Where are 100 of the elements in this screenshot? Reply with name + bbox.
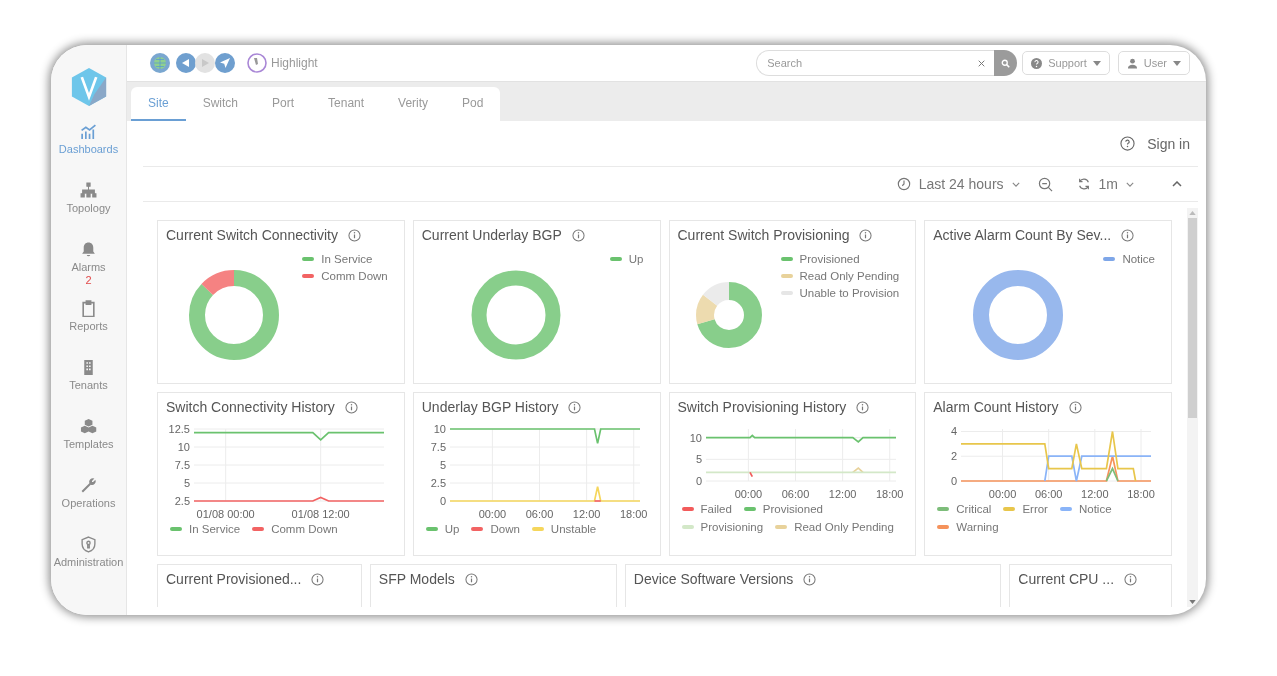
user-menu[interactable]: User — [1117, 51, 1190, 75]
card-title: Alarm Count History — [933, 399, 1059, 415]
highlighter-icon[interactable] — [247, 53, 267, 73]
tab[interactable]: Verity — [381, 87, 446, 121]
chevron-up-icon[interactable] — [1172, 181, 1182, 187]
legend-label[interactable]: Provisioned — [762, 503, 823, 515]
sidebar-label: Topology — [66, 202, 111, 215]
card-title: Active Alarm Count By Sev... — [933, 227, 1112, 243]
tab[interactable]: Site — [131, 87, 186, 121]
sidebar-label: Templates — [63, 438, 114, 451]
refresh-interval-picker[interactable]: 1m — [1076, 176, 1134, 192]
legend-label[interactable]: Read Only Pending — [794, 521, 894, 533]
legend-label[interactable]: Unstable — [550, 523, 597, 535]
tab[interactable]: Switch — [185, 87, 256, 121]
axis-tick-label: 01/08 00:00 — [196, 508, 255, 520]
axis-tick-label: 0 — [439, 495, 446, 507]
sidebar-item[interactable]: Tenants — [51, 359, 127, 418]
tab[interactable]: Port — [255, 87, 312, 121]
help-icon — [1031, 57, 1043, 69]
info-icon[interactable] — [859, 228, 873, 242]
legend-label[interactable]: Comm Down — [271, 523, 338, 535]
search-field[interactable]: Search — [756, 50, 995, 76]
globe-icon[interactable] — [150, 53, 170, 73]
scrollbar-thumb[interactable] — [1188, 218, 1197, 418]
tab[interactable]: Pod — [445, 87, 501, 121]
legend-label[interactable]: Notice — [1078, 503, 1112, 515]
info-icon[interactable] — [311, 572, 325, 586]
chevron-down-icon — [1126, 181, 1134, 187]
highlight-label[interactable]: Highlight — [271, 56, 318, 70]
legend-label[interactable]: Up — [628, 253, 644, 265]
info-icon[interactable] — [571, 228, 585, 242]
legend-label[interactable]: Error — [1022, 503, 1048, 515]
refresh-icon — [1076, 177, 1091, 191]
info-icon[interactable] — [464, 572, 478, 586]
legend-label[interactable]: Notice — [1122, 253, 1155, 265]
search-button[interactable] — [994, 50, 1018, 76]
sidebar-item[interactable]: Alarms 2 — [51, 241, 127, 300]
axis-tick-label: 10 — [433, 423, 446, 435]
axis-tick-label: 5 — [439, 459, 446, 471]
axis-tick-label: 01/08 12:00 — [291, 508, 350, 520]
scroll-down-icon[interactable] — [1189, 600, 1196, 604]
info-icon[interactable] — [1121, 228, 1135, 242]
card-title: Current CPU ... — [1018, 571, 1115, 587]
axis-tick-label: 06:00 — [781, 488, 809, 500]
sidebar-item[interactable]: Topology — [51, 182, 127, 241]
support-menu[interactable]: Support — [1022, 51, 1110, 75]
scrollbar[interactable] — [1187, 208, 1198, 607]
card-title: SFP Models — [378, 571, 455, 587]
axis-tick-label: 0 — [695, 475, 702, 487]
info-icon[interactable] — [568, 400, 582, 414]
axis-tick-label: 18:00 — [1127, 488, 1155, 500]
axis-tick-label: 18:00 — [619, 508, 648, 520]
info-icon[interactable] — [1068, 400, 1082, 414]
sidebar-label: Tenants — [69, 379, 108, 392]
legend-label[interactable]: Critical — [956, 503, 992, 515]
info-icon[interactable] — [803, 572, 817, 586]
axis-tick-label: 12:00 — [1081, 488, 1109, 500]
zoom-out-icon[interactable] — [1037, 176, 1053, 192]
clipboard-icon — [80, 300, 97, 317]
caret-icon — [1092, 60, 1101, 66]
legend-label[interactable]: Down — [490, 523, 520, 535]
wrench-icon — [80, 477, 97, 494]
info-icon[interactable] — [856, 400, 870, 414]
time-range-picker[interactable]: Last 24 hours — [896, 176, 1020, 192]
axis-tick-label: 7.5 — [430, 441, 446, 453]
info-icon[interactable] — [344, 400, 358, 414]
info-icon[interactable] — [1124, 572, 1138, 586]
card-title: Current Underlay BGP — [421, 227, 562, 243]
sign-in-link[interactable]: Sign in — [1147, 135, 1190, 152]
back-icon[interactable] — [176, 53, 196, 73]
legend-label[interactable]: Up — [444, 523, 460, 535]
axis-tick-label: 0 — [951, 475, 958, 487]
axis-tick-label: 06:00 — [525, 508, 553, 520]
card-title: Switch Provisioning History — [677, 399, 847, 415]
legend-label[interactable]: Unable to Provision — [799, 287, 900, 299]
legend-label[interactable]: Warning — [956, 521, 999, 533]
tab[interactable]: Tenant — [311, 87, 382, 121]
search-icon — [1001, 58, 1011, 68]
info-icon[interactable] — [347, 228, 361, 242]
axis-tick-label: 2.5 — [430, 477, 446, 489]
legend-label[interactable]: Provisioning — [700, 521, 764, 533]
help-icon[interactable] — [1120, 136, 1136, 151]
legend-label[interactable]: Read Only Pending — [799, 270, 900, 282]
sidebar-item[interactable]: Dashboards — [51, 123, 127, 182]
axis-tick-label: 12.5 — [168, 423, 190, 435]
sidebar-item[interactable]: Templates — [51, 418, 127, 477]
sidebar-item[interactable]: Administration — [51, 536, 127, 595]
axis-tick-label: 10 — [689, 431, 702, 444]
sidebar-item[interactable]: Reports — [51, 300, 127, 359]
close-icon[interactable] — [978, 60, 986, 67]
axis-tick-label: 10 — [177, 441, 190, 453]
sidebar-label: Operations — [61, 497, 116, 510]
legend-label[interactable]: Provisioned — [799, 253, 860, 265]
legend-label[interactable]: In Service — [321, 253, 373, 265]
axis-tick-label: 5 — [695, 453, 702, 466]
alarm-count: 2 — [85, 274, 92, 286]
legend-label[interactable]: Failed — [700, 503, 732, 515]
legend-label[interactable]: In Service — [189, 523, 241, 535]
legend-label[interactable]: Comm Down — [321, 270, 388, 282]
sidebar-item[interactable]: Operations — [51, 477, 127, 536]
